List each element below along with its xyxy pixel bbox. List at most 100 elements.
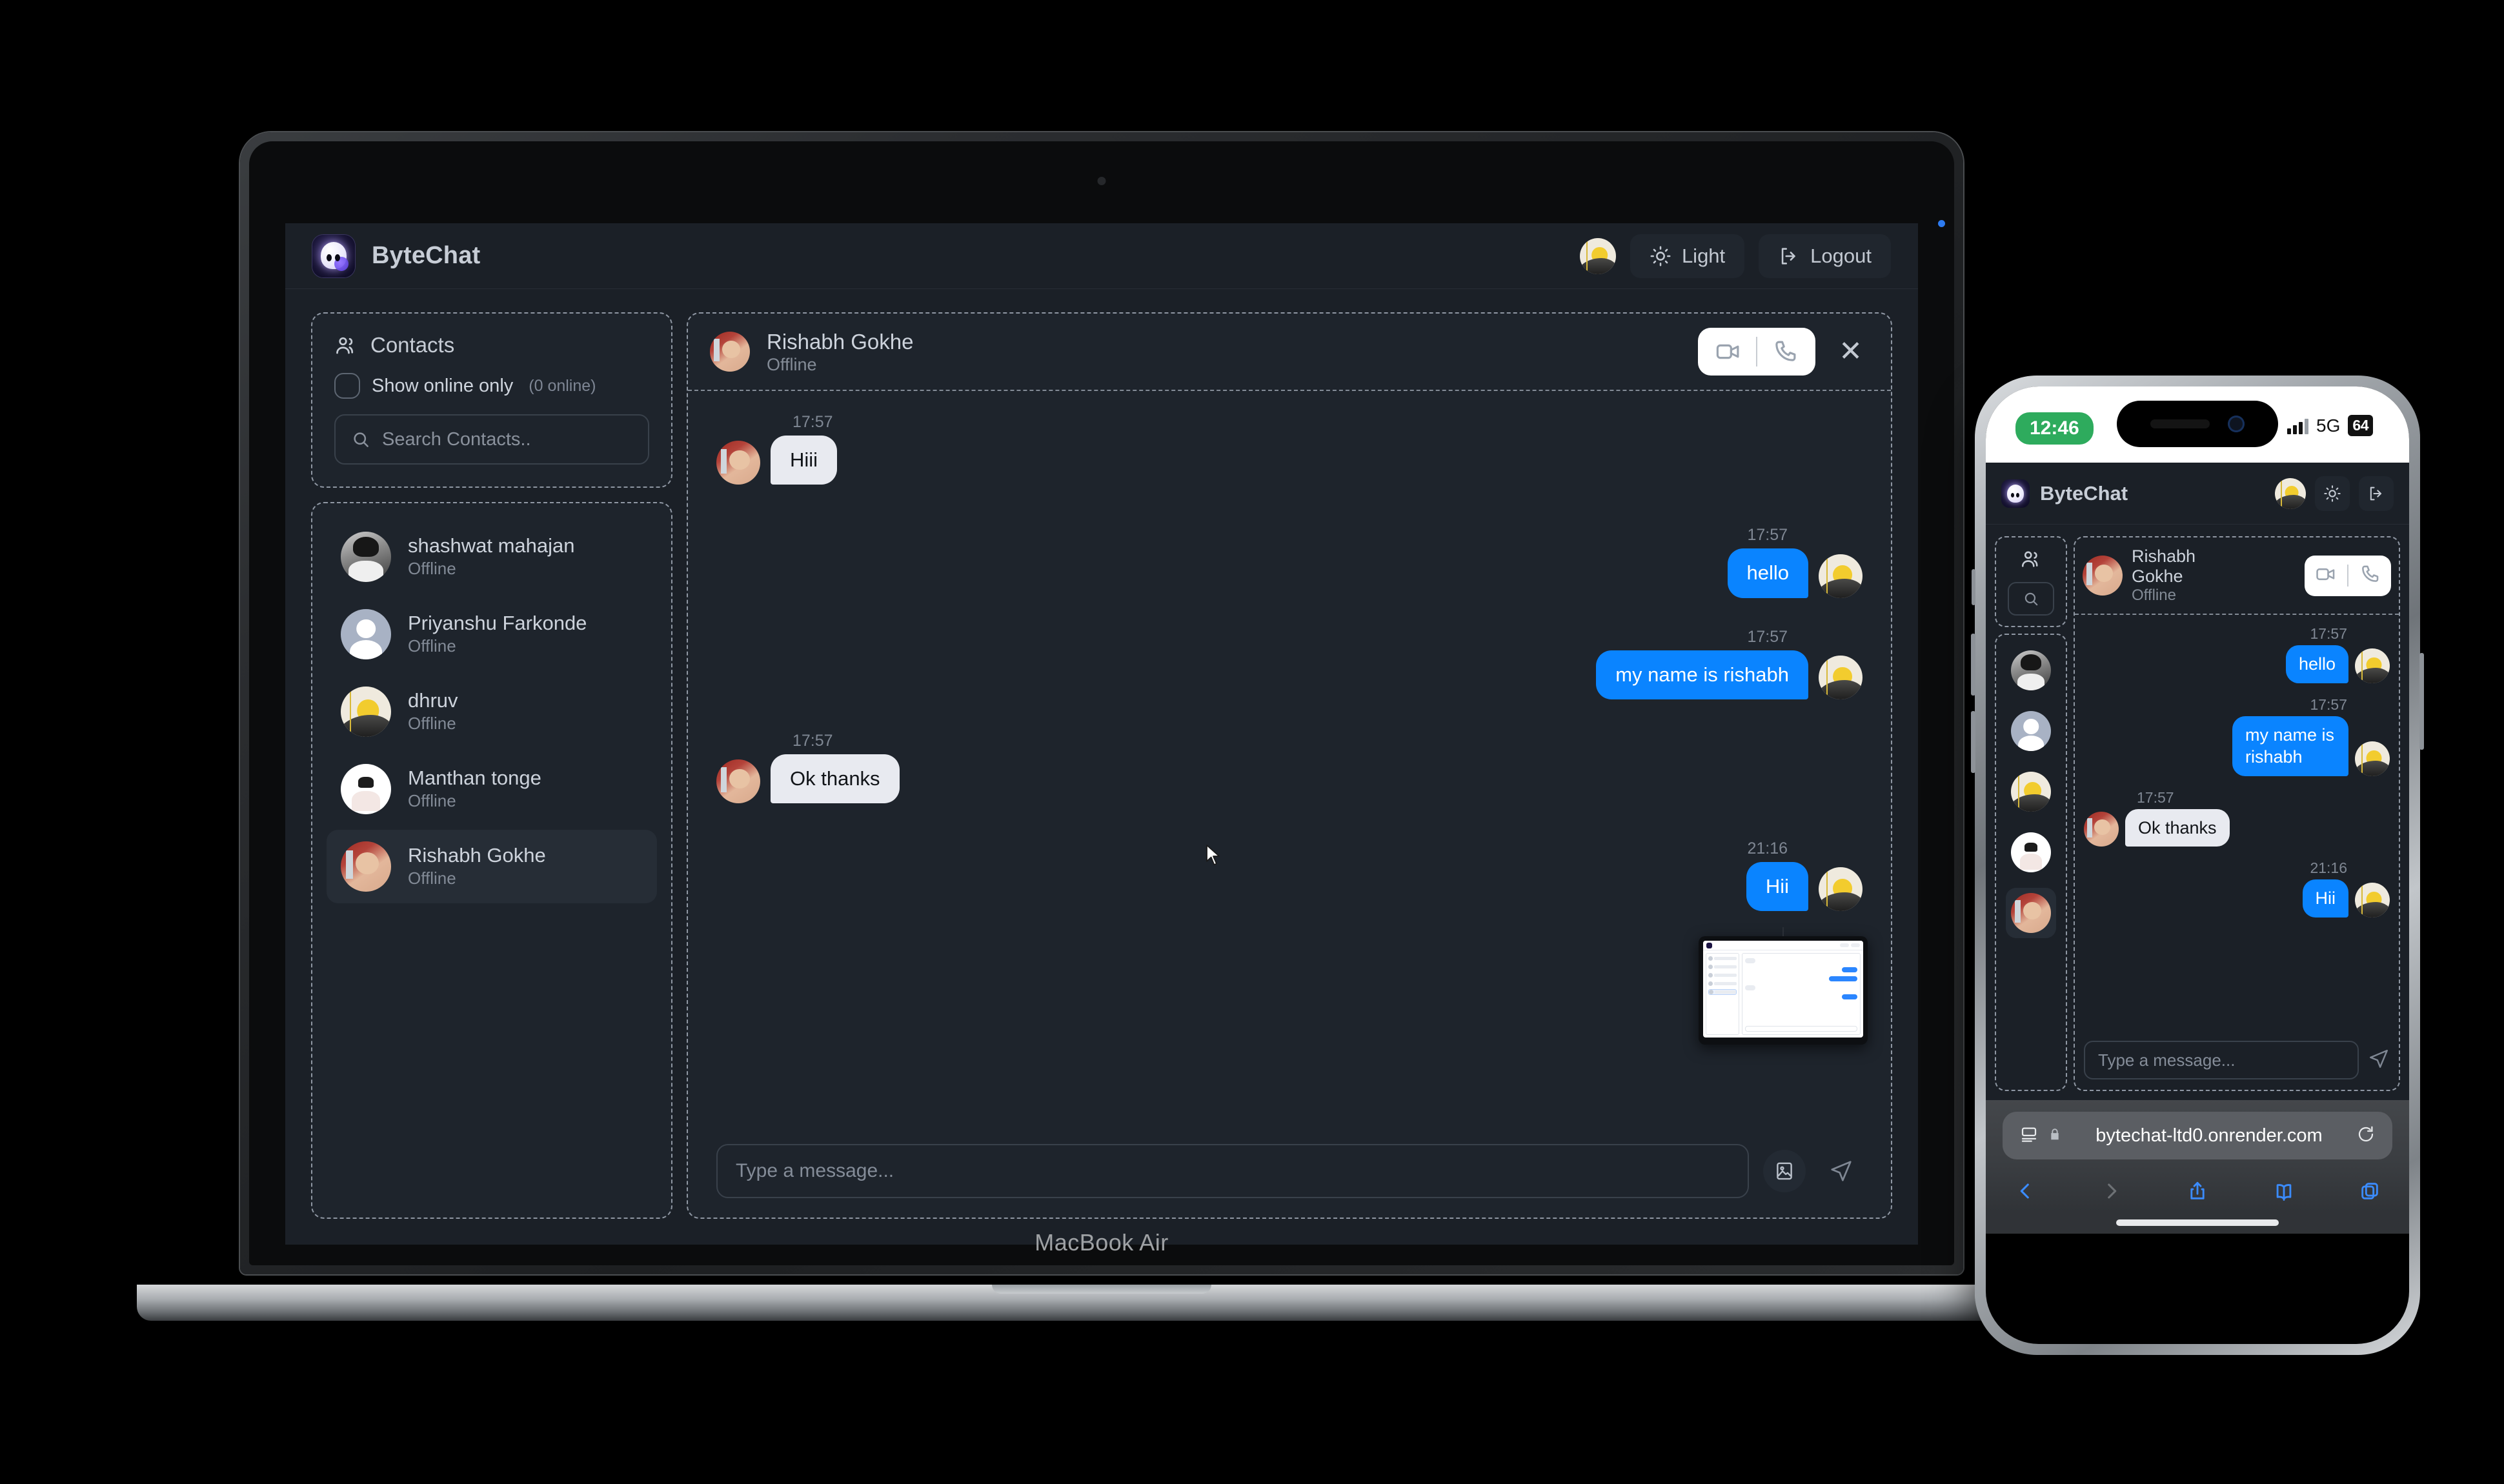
contact-avatar [2011, 711, 2051, 751]
people-icon [334, 334, 358, 357]
logout-arrow-icon [2370, 486, 2382, 500]
messages-list: 17:57 Hiii 17:57 hello 17:57 my name is … [688, 391, 1891, 1127]
current-user-avatar[interactable] [2275, 477, 2306, 509]
message-bubble: Ok thanks [2125, 808, 2230, 847]
chat-header: Rishabh Gokhe Offline ✕ [688, 314, 1891, 391]
earpiece-speaker-icon [2150, 419, 2210, 428]
phone-icon[interactable] [1772, 338, 1799, 365]
message-time: 17:57 [2310, 696, 2347, 713]
message-time: 17:57 [2310, 625, 2347, 643]
lock-icon [2048, 1127, 2062, 1145]
reload-icon[interactable] [2356, 1125, 2376, 1147]
bytechat-desktop-app: ByteChat Light Logout Contacts Show onli… [285, 223, 1918, 1245]
phone-contacts-header [1995, 536, 2067, 627]
phone-message-composer: Type a message... [2075, 1033, 2399, 1090]
contact-avatar [341, 532, 391, 582]
contact-status: Offline [408, 714, 456, 734]
message-row: 17:57 hello [716, 526, 1863, 598]
message-avatar [1819, 655, 1863, 699]
battery-percent: 64 [2348, 415, 2373, 436]
theme-toggle-button[interactable] [2315, 476, 2350, 511]
contact-avatar [2011, 772, 2051, 812]
search-contacts-field[interactable]: Search Contacts.. [334, 414, 649, 465]
phone-contact-item[interactable] [2006, 645, 2056, 696]
contact-name: Manthan tonge [408, 766, 541, 789]
logout-label: Logout [1810, 244, 1872, 267]
contact-name: dhruv [408, 688, 458, 712]
message-bubble: Hii [2302, 879, 2348, 917]
current-user-avatar[interactable] [1579, 237, 1616, 274]
show-online-toggle-row[interactable]: Show online only (0 online) [334, 373, 649, 399]
message-bubble: my name is rishabh [2232, 716, 2348, 776]
show-online-toggle[interactable] [334, 373, 360, 399]
message-bubble: Hii [1746, 862, 1808, 912]
theme-toggle-label: Light [1681, 244, 1726, 267]
phone-screen: 12:46 5G 64 ByteChat Rishabh Gokhe Offli… [1986, 386, 2409, 1344]
reader-view-icon[interactable] [2019, 1125, 2039, 1147]
laptop-webcam-icon [1097, 177, 1106, 185]
contact-list-item[interactable]: shashwat mahajan Offline [327, 520, 657, 594]
url-field[interactable]: bytechat-ltd0.onrender.com [2003, 1112, 2392, 1159]
phone-contact-item-selected[interactable] [2006, 888, 2056, 938]
online-count: (0 online) [529, 376, 596, 395]
call-divider [1756, 337, 1758, 366]
phone-chat-header: Rishabh Gokhe Offline [2075, 537, 2399, 616]
laptop-bezel: ByteChat Light Logout Contacts Show onli… [249, 141, 1954, 1265]
bytechat-logo-icon [2001, 479, 2030, 508]
tabs-icon[interactable] [2359, 1180, 2381, 1205]
logout-button[interactable] [2359, 476, 2394, 511]
phone-contact-item[interactable] [2006, 827, 2056, 877]
message-row: 21:16 Hii [716, 839, 1863, 912]
contact-name: Priyanshu Farkonde [408, 611, 587, 634]
contact-list-item-selected[interactable]: Rishabh Gokhe Offline [327, 830, 657, 903]
url-leading-icons [2019, 1125, 2062, 1147]
back-chevron-icon[interactable] [2014, 1180, 2036, 1205]
macbook-air-device: ByteChat Light Logout Contacts Show onli… [137, 132, 2066, 1321]
contact-avatar [341, 687, 391, 737]
phone-brand-block: ByteChat [2001, 479, 2128, 508]
iphone-device: 12:46 5G 64 ByteChat Rishabh Gokhe Offli… [1971, 376, 2424, 1355]
chat-peer-status: Offline [2132, 587, 2176, 605]
front-camera-icon [2228, 416, 2245, 432]
close-x-icon[interactable]: ✕ [1832, 337, 1869, 366]
contact-name: Rishabh Gokhe [408, 843, 546, 867]
theme-toggle-button[interactable]: Light [1630, 234, 1745, 278]
send-paper-plane-icon[interactable] [1820, 1150, 1863, 1192]
phone-contacts-list [1995, 634, 2067, 1091]
message-input[interactable]: Type a message... [716, 1144, 1749, 1198]
contacts-list: shashwat mahajan Offline Priyanshu Farko… [311, 502, 672, 1219]
contact-avatar [341, 764, 391, 814]
message-bubble: Hiii [771, 436, 838, 485]
laptop-screen: ByteChat Light Logout Contacts Show onli… [285, 223, 1918, 1245]
contact-avatar [2011, 893, 2051, 933]
logout-button[interactable]: Logout [1759, 234, 1891, 278]
message-time: 21:16 [2310, 859, 2347, 877]
phone-message-input[interactable]: Type a message... [2084, 1041, 2359, 1079]
chat-peer-status: Offline [767, 355, 817, 375]
image-attach-icon[interactable] [1763, 1150, 1806, 1192]
picture-in-picture-preview[interactable] [1699, 927, 1868, 1045]
send-paper-plane-icon[interactable] [2368, 1048, 2390, 1073]
book-icon[interactable] [2273, 1180, 2295, 1205]
chat-actions: ✕ [1698, 328, 1869, 376]
contact-list-item[interactable]: Manthan tonge Offline [327, 752, 657, 826]
video-camera-icon[interactable] [1715, 338, 1742, 365]
phone-contact-item[interactable] [2006, 706, 2056, 756]
phone-chat-peer: Rishabh Gokhe Offline [2083, 546, 2196, 605]
contact-list-item[interactable]: Priyanshu Farkonde Offline [327, 597, 657, 671]
forward-chevron-icon [2101, 1180, 2123, 1205]
status-indicators: 5G 64 [2287, 412, 2373, 436]
contact-status: Offline [408, 791, 456, 811]
phone-contact-item[interactable] [2006, 767, 2056, 817]
people-icon [2020, 548, 2042, 573]
share-icon[interactable] [2186, 1180, 2208, 1205]
contact-avatar [2011, 832, 2051, 872]
contact-list-item[interactable]: dhruv Offline [327, 675, 657, 748]
brand-block: ByteChat [312, 234, 480, 277]
search-icon [351, 430, 370, 449]
contact-avatar [2011, 650, 2051, 690]
video-camera-icon[interactable] [2315, 563, 2337, 588]
phone-icon[interactable] [2359, 563, 2381, 588]
contacts-title-row: Contacts [334, 333, 649, 357]
phone-search-contacts-field[interactable] [2008, 582, 2054, 616]
